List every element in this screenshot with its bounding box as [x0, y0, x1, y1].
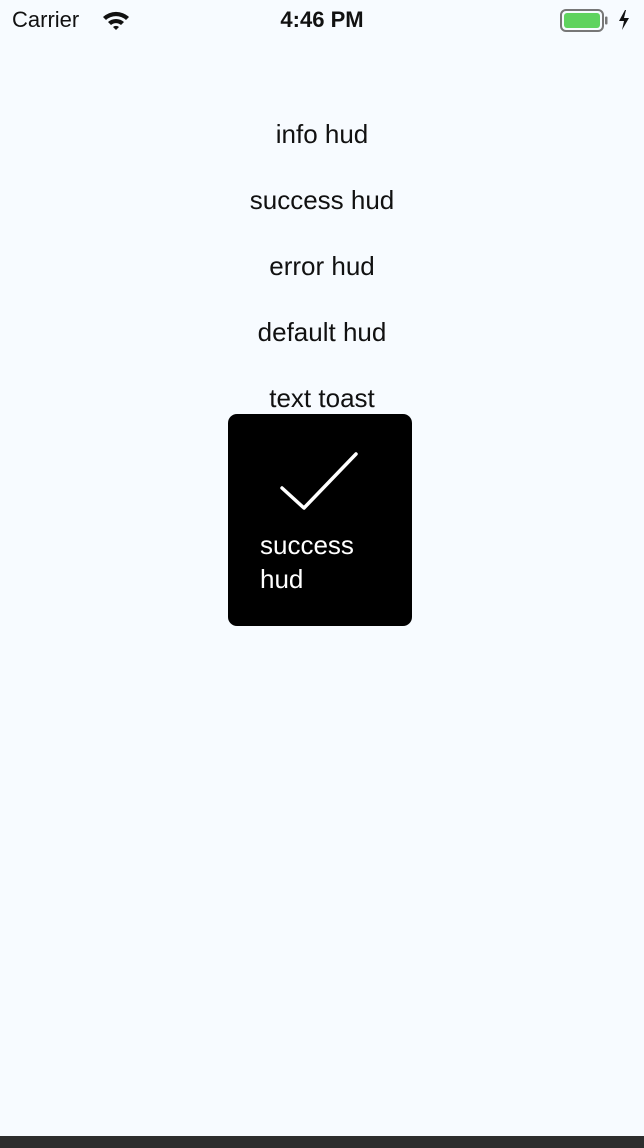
menu-item-info-hud[interactable]: info hud: [0, 119, 644, 149]
bottom-edge-bar: [0, 1136, 644, 1148]
hud-message: success hud: [260, 530, 354, 594]
menu-item-text-toast[interactable]: text toast: [0, 383, 644, 413]
battery-icon: [560, 9, 608, 32]
status-time: 4:46 PM: [280, 7, 364, 32]
menu-item-error-hud[interactable]: error hud: [0, 251, 644, 281]
success-hud-overlay: success hud: [228, 414, 412, 626]
charging-bolt-icon: [618, 9, 630, 31]
status-bar: Carrier 4:46 PM: [0, 0, 644, 40]
menu-item-default-hud[interactable]: default hud: [0, 317, 644, 347]
menu-item-success-hud[interactable]: success hud: [0, 185, 644, 215]
checkmark-icon: [278, 448, 360, 514]
